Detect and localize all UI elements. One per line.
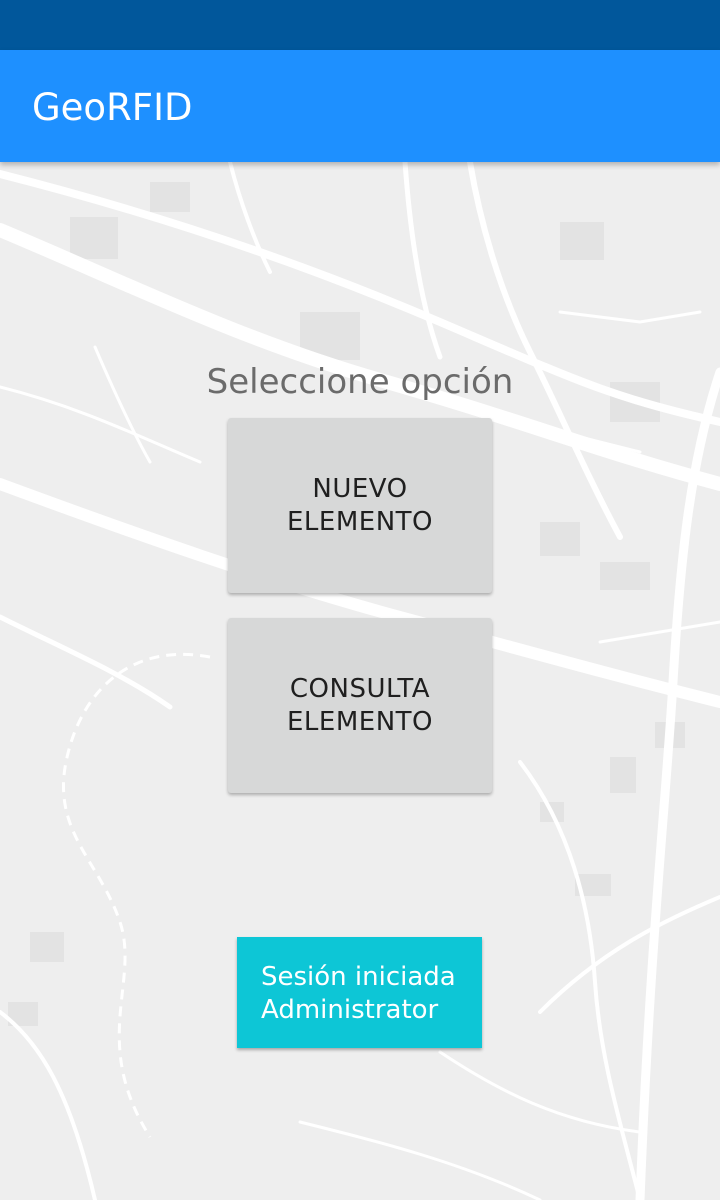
- new-element-button-label: NUEVO ELEMENTO: [260, 473, 460, 539]
- main-content: Seleccione opción NUEVO ELEMENTO CONSULT…: [0, 162, 720, 1200]
- select-option-label: Seleccione opción: [206, 362, 514, 402]
- app-screen: GeoRFID Seleccione opción NUEVO ELEMENTO…: [0, 0, 720, 1200]
- query-element-button-label: CONSULTA ELEMENTO: [260, 673, 460, 739]
- query-element-button[interactable]: CONSULTA ELEMENTO: [228, 618, 492, 793]
- new-element-label-line1: NUEVO: [312, 473, 408, 504]
- status-bar: [0, 0, 720, 50]
- new-element-label-line2: ELEMENTO: [287, 506, 433, 537]
- session-status-badge: Sesión iniciada Administrator: [237, 937, 482, 1048]
- session-status-text: Sesión iniciada: [261, 962, 456, 992]
- new-element-button[interactable]: NUEVO ELEMENTO: [228, 418, 492, 593]
- session-user-name: Administrator: [261, 995, 439, 1025]
- query-element-label-line2: ELEMENTO: [287, 706, 433, 737]
- app-bar: GeoRFID: [0, 50, 720, 162]
- app-title: GeoRFID: [32, 86, 193, 129]
- query-element-label-line1: CONSULTA: [289, 673, 431, 704]
